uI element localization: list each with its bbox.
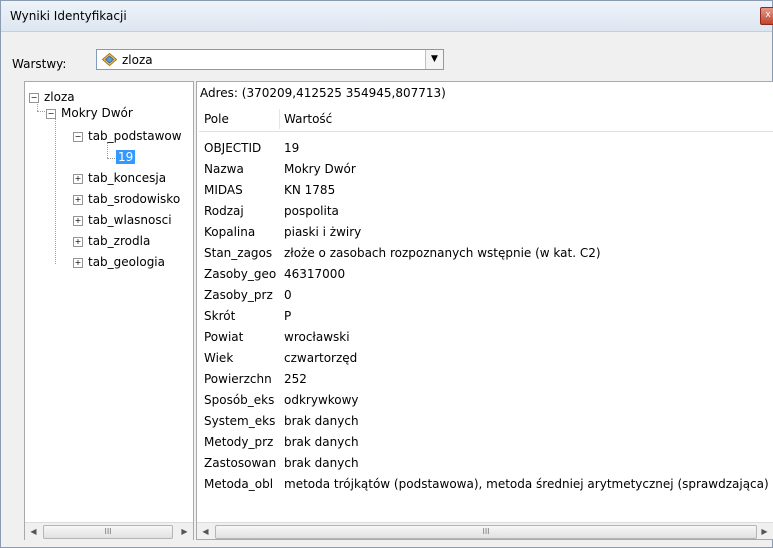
field-value-cell: 19	[284, 141, 300, 155]
scroll-right-icon[interactable]: ▶	[756, 523, 773, 539]
tree-node-record[interactable]: 19	[116, 150, 136, 164]
scroll-left-icon[interactable]: ◀	[25, 523, 42, 540]
field-name-cell: MIDAS	[204, 183, 243, 197]
attributes-panel: Adres: (370209,412525 354945,807713) Pol…	[196, 81, 773, 540]
table-row[interactable]: Powiat wrocławski	[199, 326, 773, 347]
field-value-cell: Mokry Dwór	[284, 162, 356, 176]
expand-icon[interactable]: +	[73, 237, 83, 247]
field-value-cell: metoda trójkątów (podstawowa), metoda śr…	[284, 477, 769, 491]
field-name-cell: Zasoby_geo	[204, 267, 277, 281]
table-row[interactable]: Sposób_eks odkrywkowy	[199, 389, 773, 410]
attributes-horizontal-scrollbar[interactable]: ◀ III ▶	[197, 522, 773, 539]
field-value-cell: złoże o zasobach rozpoznanych wstępnie (…	[284, 246, 601, 260]
tree-connector	[55, 118, 56, 264]
collapse-icon[interactable]: −	[46, 109, 56, 119]
table-row[interactable]: MIDAS KN 1785	[199, 179, 773, 200]
expand-icon[interactable]: +	[73, 195, 83, 205]
field-value-cell: P	[284, 309, 292, 323]
column-divider[interactable]	[279, 109, 280, 129]
field-name-cell: Metody_prz	[204, 435, 274, 449]
scroll-left-icon[interactable]: ◀	[197, 523, 214, 539]
table-row[interactable]: Stan_zagos złoże o zasobach rozpoznanych …	[199, 242, 773, 263]
close-button[interactable]: x	[760, 7, 773, 25]
tree-node-label: tab_geologia	[88, 255, 165, 269]
tree-node-label: tab_srodowisko	[88, 192, 181, 206]
field-name-cell: Wiek	[204, 351, 234, 365]
table-row[interactable]: Zasoby_prz 0	[199, 284, 773, 305]
field-name-cell: Zastosowan	[204, 456, 277, 470]
tree-node-label: zloza	[44, 90, 75, 104]
field-name-cell: Stan_zagos	[204, 246, 273, 260]
field-name-cell: Powierzchn	[204, 372, 272, 386]
field-value-cell: brak danych	[284, 456, 359, 470]
field-name-cell: Powiat	[204, 330, 244, 344]
field-value-cell: brak danych	[284, 435, 359, 449]
table-row[interactable]: Zastosowan brak danych	[199, 452, 773, 473]
table-row[interactable]: Wiek czwartorzęd	[199, 347, 773, 368]
expand-icon[interactable]: +	[73, 258, 83, 268]
address-text: Adres: (370209,412525 354945,807713)	[200, 86, 446, 100]
scroll-right-icon[interactable]: ▶	[176, 523, 193, 540]
table-row[interactable]: OBJECTID 19	[199, 137, 773, 158]
table-row[interactable]: Skrót P	[199, 305, 773, 326]
field-name-cell: OBJECTID	[204, 141, 262, 155]
tree-horizontal-scrollbar[interactable]: ◀ III ▶	[25, 522, 193, 540]
field-value-cell: odkrywkowy	[284, 393, 359, 407]
table-row[interactable]: Metody_prz brak danych	[199, 431, 773, 452]
field-value-cell: czwartorzęd	[284, 351, 358, 365]
field-value-cell: brak danych	[284, 414, 359, 428]
field-name-cell: Kopalina	[204, 225, 256, 239]
scroll-thumb[interactable]: III	[215, 525, 757, 539]
table-row[interactable]: Powierzchn 252	[199, 368, 773, 389]
window-title: Wyniki Identyfikacji	[10, 9, 127, 23]
table-row[interactable]: Kopalina piaski i żwiry	[199, 221, 773, 242]
layers-label: Warstwy:	[12, 57, 67, 71]
field-value-cell: 252	[284, 372, 307, 386]
column-header-value[interactable]: Wartość	[284, 112, 332, 126]
tree-node-label: tab_koncesja	[88, 171, 167, 185]
table-row[interactable]: Zasoby_geo 46317000	[199, 263, 773, 284]
layers-dropdown[interactable]: zloza ▼	[96, 49, 444, 70]
field-name-cell: Rodzaj	[204, 204, 244, 218]
field-value-cell: 46317000	[284, 267, 346, 281]
field-name-cell: System_eks	[204, 414, 276, 428]
field-value-cell: KN 1785	[284, 183, 336, 197]
column-header-field[interactable]: Pole	[204, 112, 229, 126]
table-row[interactable]: System_eks brak danych	[199, 410, 773, 431]
collapse-icon[interactable]: −	[29, 93, 39, 103]
tree-node-label: Mokry Dwór	[61, 106, 133, 120]
field-value-cell: pospolita	[284, 204, 339, 218]
field-value-cell: piaski i żwiry	[284, 225, 362, 239]
title-bar[interactable]: Wyniki Identyfikacji x	[1, 1, 773, 32]
table-row[interactable]: Rodzaj pospolita	[199, 200, 773, 221]
tree-connector	[107, 158, 115, 159]
selected-record-label: 19	[116, 150, 136, 164]
scroll-thumb[interactable]: III	[43, 525, 173, 539]
tree-node-label: tab_podstawow	[88, 129, 182, 143]
collapse-icon[interactable]: −	[73, 132, 83, 142]
results-tree[interactable]: − zloza − Mokry Dwór − tab_podstawow 19 …	[24, 81, 194, 540]
field-name-cell: Metoda_obl	[204, 477, 274, 491]
field-name-cell: Nazwa	[204, 162, 244, 176]
field-name-cell: Zasoby_prz	[204, 288, 273, 302]
field-value-cell: 0	[284, 288, 292, 302]
field-value-cell: wrocławski	[284, 330, 350, 344]
table-row[interactable]: Nazwa Mokry Dwór	[199, 158, 773, 179]
tree-node-label: tab_wlasnosci	[88, 213, 172, 227]
tree-node-label: tab_zrodla	[88, 234, 151, 248]
expand-icon[interactable]: +	[73, 216, 83, 226]
identify-results-window: Wyniki Identyfikacji x Warstwy: zloza ▼ …	[0, 0, 773, 548]
layers-dropdown-value: zloza	[122, 53, 153, 67]
layer-diamond-icon	[102, 53, 117, 66]
field-name-cell: Skrót	[204, 309, 236, 323]
field-name-cell: Sposób_eks	[204, 393, 275, 407]
expand-icon[interactable]: +	[73, 174, 83, 184]
table-row[interactable]: Metoda_obl metoda trójkątów (podstawowa),…	[199, 473, 773, 494]
dropdown-arrow-icon[interactable]: ▼	[425, 50, 443, 69]
table-header: Pole Wartość	[199, 107, 773, 132]
tree-connector	[107, 142, 108, 158]
